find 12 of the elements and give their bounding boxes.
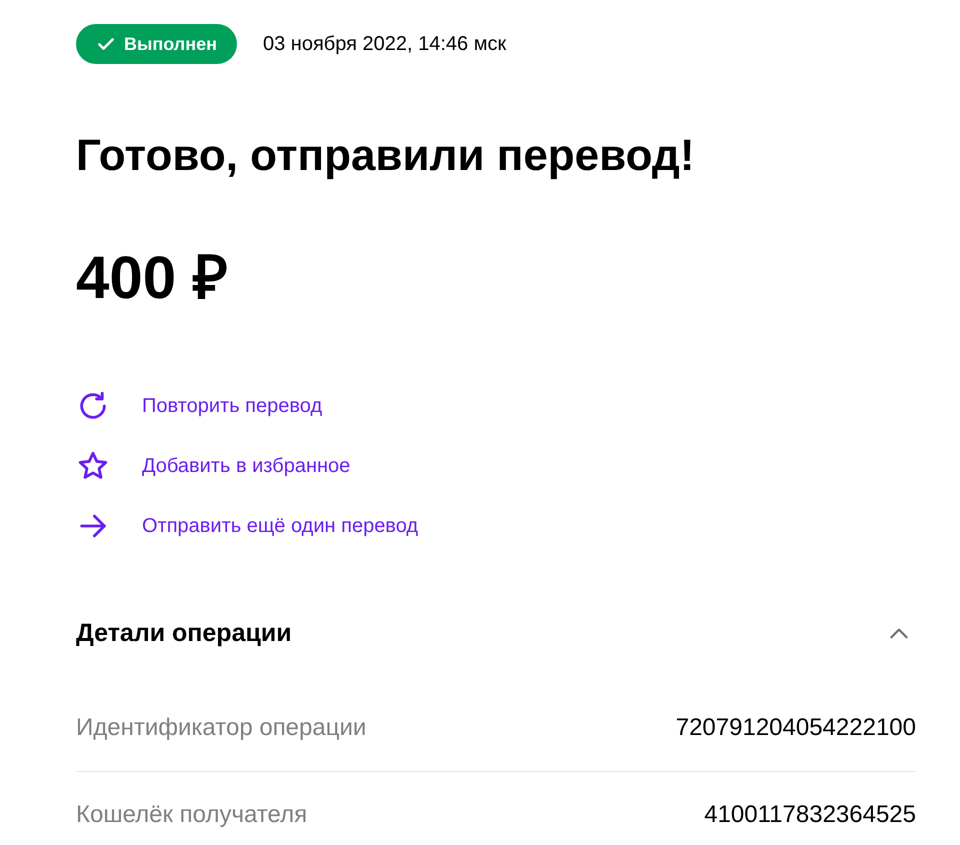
section-title: Детали операции <box>76 618 292 649</box>
detail-value: 720791204054222100 <box>676 713 916 744</box>
page-title: Готово, отправили перевод! <box>76 130 696 182</box>
detail-label: Идентификатор операции <box>76 713 366 744</box>
status-label: Выполнен <box>124 32 217 56</box>
date-text: 03 ноября 2022, 14:46 мск <box>262 32 506 57</box>
action-link[interactable]: Отправить ещё один перевод <box>76 508 418 543</box>
amount-text: 400 ₽ <box>76 242 229 313</box>
detail-label: Кошелёк получателя <box>76 800 308 830</box>
action-link[interactable]: Добавить в избранное <box>76 448 350 483</box>
action-link[interactable]: Повторить перевод <box>76 388 322 423</box>
detail-value: 4100117832364525 <box>704 800 916 830</box>
